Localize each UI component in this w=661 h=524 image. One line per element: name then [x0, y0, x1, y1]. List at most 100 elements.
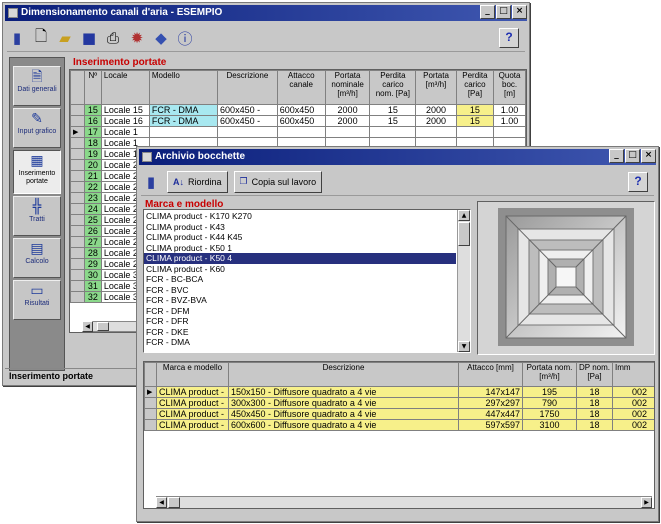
table-row[interactable]: ▶ 17 Locale 1: [70, 126, 526, 138]
row-indicator[interactable]: [70, 203, 85, 215]
brand-cell[interactable]: CLIMA product -: [156, 408, 229, 420]
nominal-loss-cell[interactable]: [369, 126, 417, 138]
row-number[interactable]: 19: [83, 148, 102, 160]
locale-cell[interactable]: Locale 16: [100, 115, 150, 127]
exit-icon[interactable]: ▮: [141, 172, 161, 192]
nominal-flow-cell[interactable]: 195: [522, 386, 577, 398]
vertical-scrollbar-cell[interactable]: ▲: [525, 104, 526, 116]
list-item[interactable]: CLIMA product - K44 K45: [144, 232, 456, 243]
table-row[interactable]: 15 Locale 15 FCR - DMA 600x450 -600x450 2000…: [70, 104, 526, 116]
nominal-flow-cell[interactable]: 790: [522, 397, 577, 409]
nominal-loss-cell[interactable]: 15: [369, 104, 417, 116]
list-item[interactable]: CLIMA product - K43: [144, 222, 456, 233]
scroll-down-arrow[interactable]: ▼: [458, 341, 470, 352]
row-number[interactable]: 26: [83, 225, 102, 237]
row-number[interactable]: 20: [83, 159, 102, 171]
row-number[interactable]: 32: [83, 291, 102, 303]
brand-model-list[interactable]: CLIMA product - K170 K270 CLIMA product -…: [143, 209, 471, 353]
column-header[interactable]: Portata nominale [m³/h]: [324, 70, 371, 105]
help-button[interactable]: ?: [628, 172, 648, 192]
row-number[interactable]: 18: [83, 137, 102, 149]
model-cell[interactable]: FCR - DMA: [148, 104, 219, 116]
description-cell[interactable]: 600x450 -: [217, 115, 278, 127]
nominal-flow-cell[interactable]: 2000: [324, 115, 371, 127]
image-cell[interactable]: 002: [612, 397, 654, 409]
list-item[interactable]: CLIMA product - K50 1: [144, 243, 456, 254]
column-header[interactable]: Marca e modello: [156, 362, 229, 387]
horizontal-scrollbar[interactable]: ◀ ▶: [156, 496, 652, 508]
dialog-titlebar[interactable]: Archivio bocchette: [139, 149, 656, 165]
current-row-indicator[interactable]: ▶: [144, 386, 157, 398]
row-number[interactable]: 31: [83, 280, 102, 292]
column-header[interactable]: Quota boc. [m]: [493, 70, 526, 105]
loss-cell[interactable]: 15: [455, 115, 495, 127]
row-number[interactable]: 22: [83, 181, 102, 193]
image-cell[interactable]: 002: [612, 419, 654, 431]
list-item[interactable]: FCR - DMA: [144, 337, 456, 348]
attachment-cell[interactable]: 600x450: [276, 104, 326, 116]
model-cell[interactable]: [148, 126, 219, 138]
pressure-drop-cell[interactable]: 18: [576, 386, 613, 398]
column-header[interactable]: Descrizione: [228, 362, 459, 387]
list-item[interactable]: FCR - BVC: [144, 285, 456, 296]
attachment-cell[interactable]: 297x297: [458, 397, 523, 409]
row-indicator[interactable]: [70, 115, 85, 127]
model-cell[interactable]: FCR - DMA: [148, 115, 219, 127]
close-button[interactable]: ×: [512, 5, 527, 19]
row-indicator[interactable]: [144, 419, 157, 431]
row-indicator[interactable]: [70, 192, 85, 204]
maximize-button[interactable]: □: [496, 5, 511, 19]
description-cell[interactable]: [217, 126, 278, 138]
column-header[interactable]: DP nom. [Pa]: [576, 362, 613, 387]
copy-to-job-button[interactable]: ❐ Copia sul lavoro: [233, 171, 323, 193]
row-number[interactable]: 16: [83, 115, 102, 127]
new-file-icon[interactable]: 🗋: [31, 27, 51, 48]
column-header[interactable]: Imm: [612, 362, 654, 387]
flow-cell[interactable]: 2000: [415, 104, 457, 116]
loss-cell[interactable]: 15: [455, 104, 495, 116]
scrollbar-thumb[interactable]: [97, 322, 109, 331]
attachment-cell[interactable]: 600x450: [276, 115, 326, 127]
scrollbar-thumb[interactable]: [458, 222, 470, 246]
table-row[interactable]: CLIMA product -450x450 - Diffusore quadr…: [144, 408, 654, 420]
sidebar-item-calcolo[interactable]: ▤ Calcolo: [13, 238, 61, 278]
open-folder-icon[interactable]: ▰: [55, 28, 75, 48]
save-icon[interactable]: ■: [79, 28, 99, 48]
row-indicator[interactable]: [70, 280, 85, 292]
sidebar-item-inserimento-portate[interactable]: ▦ Inserimento portate: [13, 150, 61, 194]
maximize-button[interactable]: □: [625, 149, 640, 163]
row-indicator[interactable]: [70, 291, 85, 303]
row-number[interactable]: 24: [83, 203, 102, 215]
row-indicator[interactable]: [70, 148, 85, 160]
brand-cell[interactable]: CLIMA product -: [156, 397, 229, 409]
row-indicator[interactable]: [70, 258, 85, 270]
row-indicator[interactable]: [70, 236, 85, 248]
row-number[interactable]: 23: [83, 192, 102, 204]
column-header[interactable]: Locale: [100, 70, 150, 105]
scrollbar-thumb[interactable]: [168, 497, 180, 508]
table-row[interactable]: CLIMA product -600x600 - Diffusore quadr…: [144, 419, 654, 431]
list-item[interactable]: FCR - DKE: [144, 327, 456, 338]
info-icon[interactable]: ⓘ: [175, 28, 195, 48]
row-indicator[interactable]: [70, 214, 85, 226]
print-icon[interactable]: ⎙: [103, 28, 123, 48]
list-item[interactable]: FCR - DFR: [144, 316, 456, 327]
nominal-flow-cell[interactable]: [324, 126, 371, 138]
locale-cell[interactable]: Locale 15: [100, 104, 150, 116]
scroll-up-arrow[interactable]: ▲: [458, 210, 470, 221]
height-cell[interactable]: 1.00: [493, 104, 526, 116]
row-number[interactable]: 21: [83, 170, 102, 182]
row-number[interactable]: 30: [83, 269, 102, 281]
vertical-scrollbar-cell[interactable]: [525, 126, 526, 138]
attachment-cell[interactable]: 147x147: [458, 386, 523, 398]
current-row-indicator[interactable]: ▶: [70, 126, 85, 138]
column-header[interactable]: Modello: [148, 70, 219, 105]
table-row[interactable]: CLIMA product -300x300 - Diffusore quadr…: [144, 397, 654, 409]
list-item[interactable]: CLIMA product - K60: [144, 264, 456, 275]
pressure-drop-cell[interactable]: 18: [576, 397, 613, 409]
row-indicator[interactable]: [70, 137, 85, 149]
row-number[interactable]: 28: [83, 247, 102, 259]
flow-cell[interactable]: 2000: [415, 115, 457, 127]
sidebar-item-dati-generali[interactable]: 🗎 Dati generali: [13, 66, 61, 106]
locale-cell[interactable]: Locale 1: [100, 126, 150, 138]
